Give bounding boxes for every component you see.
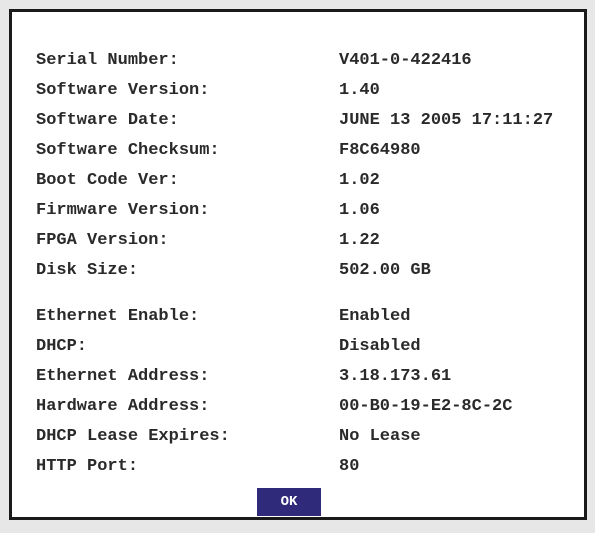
ethernet-address-label: Ethernet Address: [36, 367, 210, 386]
screen: Serial Number: V401-0-422416 Software Ve… [0, 0, 595, 533]
system-info-dialog: Serial Number: V401-0-422416 Software Ve… [9, 9, 587, 520]
hardware-address-value: 00-B0-19-E2-8C-2C [339, 397, 513, 416]
software-date-label: Software Date: [36, 111, 179, 130]
http-port-value: 80 [339, 457, 360, 476]
firmware-version-label: Firmware Version: [36, 201, 210, 220]
http-port-label: HTTP Port: [36, 457, 139, 476]
serial-number-value: V401-0-422416 [339, 51, 472, 70]
hardware-address-label: Hardware Address: [36, 397, 210, 416]
dhcp-label: DHCP: [36, 337, 88, 356]
software-version-value: 1.40 [339, 81, 380, 100]
fpga-version-label: FPGA Version: [36, 231, 169, 250]
dhcp-value: Disabled [339, 337, 421, 356]
ok-button[interactable]: OK [257, 488, 321, 516]
software-checksum-label: Software Checksum: [36, 141, 220, 160]
boot-code-ver-value: 1.02 [339, 171, 380, 190]
dhcp-lease-expires-value: No Lease [339, 427, 421, 446]
dhcp-lease-expires-label: DHCP Lease Expires: [36, 427, 230, 446]
boot-code-ver-label: Boot Code Ver: [36, 171, 179, 190]
software-date-value: JUNE 13 2005 17:11:27 [339, 111, 554, 130]
ethernet-address-value: 3.18.173.61 [339, 367, 452, 386]
disk-size-value: 502.00 GB [339, 261, 431, 280]
ethernet-enable-label: Ethernet Enable: [36, 307, 200, 326]
fpga-version-value: 1.22 [339, 231, 380, 250]
software-checksum-value: F8C64980 [339, 141, 421, 160]
ethernet-enable-value: Enabled [339, 307, 411, 326]
firmware-version-value: 1.06 [339, 201, 380, 220]
software-version-label: Software Version: [36, 81, 210, 100]
serial-number-label: Serial Number: [36, 51, 179, 70]
disk-size-label: Disk Size: [36, 261, 139, 280]
